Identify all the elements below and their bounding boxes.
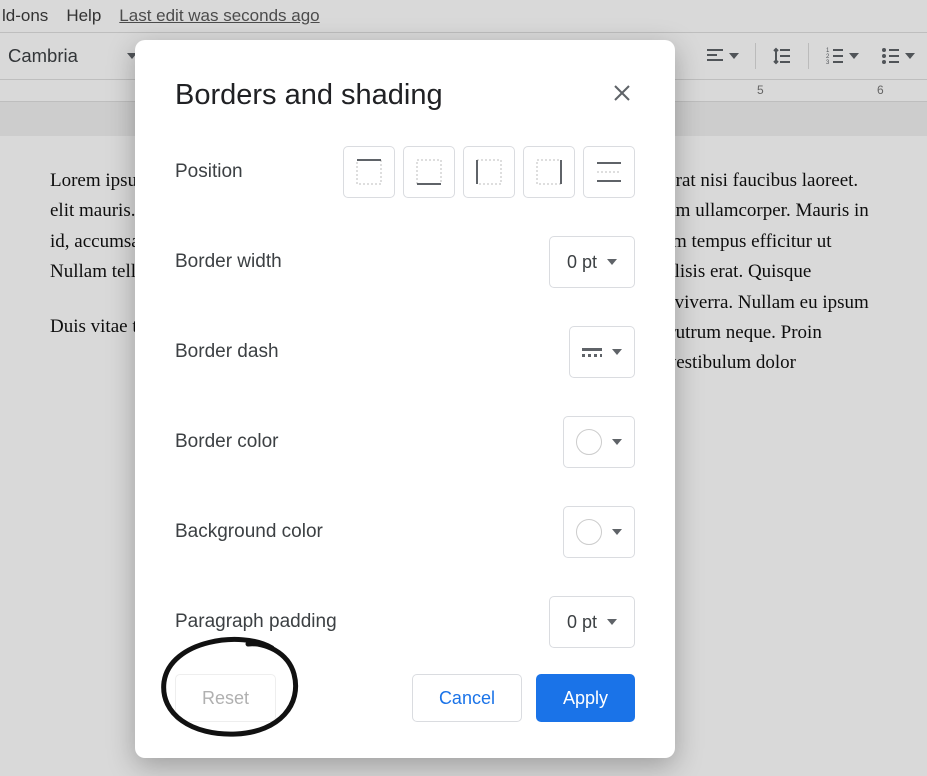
position-bottom-button[interactable] xyxy=(403,146,455,198)
background-color-label: Background color xyxy=(175,521,323,543)
paragraph-padding-dropdown[interactable]: 0 pt xyxy=(549,596,635,648)
font-family-select[interactable]: Cambria xyxy=(0,41,145,71)
cancel-button[interactable]: Cancel xyxy=(412,674,522,722)
line-spacing-button[interactable] xyxy=(766,42,798,70)
chevron-down-icon xyxy=(905,53,915,59)
reset-button[interactable]: Reset xyxy=(175,674,276,722)
position-between-button[interactable] xyxy=(583,146,635,198)
color-swatch xyxy=(576,429,602,455)
position-group xyxy=(343,146,635,198)
position-label: Position xyxy=(175,161,243,183)
border-width-value: 0 pt xyxy=(567,252,597,273)
menu-addons[interactable]: ld-ons xyxy=(2,6,48,26)
numbered-list-button[interactable]: 123 xyxy=(819,42,865,70)
border-bottom-icon xyxy=(415,158,443,186)
close-button[interactable] xyxy=(609,78,635,112)
border-color-dropdown[interactable] xyxy=(563,416,635,468)
close-icon xyxy=(613,84,631,102)
paragraph-padding-label: Paragraph padding xyxy=(175,611,337,633)
toolbar-divider xyxy=(808,43,809,69)
position-right-button[interactable] xyxy=(523,146,575,198)
position-top-button[interactable] xyxy=(343,146,395,198)
last-edit-link[interactable]: Last edit was seconds ago xyxy=(119,6,319,26)
chevron-down-icon xyxy=(612,529,622,535)
ruler-mark: 5 xyxy=(757,83,764,97)
border-color-label: Border color xyxy=(175,431,279,453)
border-right-icon xyxy=(535,158,563,186)
paragraph-padding-value: 0 pt xyxy=(567,612,597,633)
bulleted-list-button[interactable] xyxy=(875,42,921,70)
border-left-icon xyxy=(475,158,503,186)
toolbar-divider xyxy=(755,43,756,69)
chevron-down-icon xyxy=(849,53,859,59)
border-dash-dropdown[interactable] xyxy=(569,326,635,378)
svg-text:3: 3 xyxy=(826,60,830,66)
chevron-down-icon xyxy=(729,53,739,59)
border-dash-label: Border dash xyxy=(175,341,279,363)
border-top-icon xyxy=(355,158,383,186)
chevron-down-icon xyxy=(612,439,622,445)
align-button[interactable] xyxy=(699,42,745,70)
border-between-icon xyxy=(595,158,623,186)
apply-button[interactable]: Apply xyxy=(536,674,635,722)
ruler-mark: 6 xyxy=(877,83,884,97)
menubar: ld-ons Help Last edit was seconds ago xyxy=(0,0,927,32)
background-color-dropdown[interactable] xyxy=(563,506,635,558)
chevron-down-icon xyxy=(607,619,617,625)
dash-preview-icon xyxy=(582,348,602,357)
chevron-down-icon xyxy=(607,259,617,265)
border-width-label: Border width xyxy=(175,251,282,273)
borders-and-shading-dialog: Borders and shading Position Border xyxy=(135,40,675,758)
chevron-down-icon xyxy=(612,349,622,355)
dialog-title: Borders and shading xyxy=(175,79,443,112)
position-left-button[interactable] xyxy=(463,146,515,198)
font-family-label: Cambria xyxy=(8,45,78,67)
menu-help[interactable]: Help xyxy=(66,6,101,26)
color-swatch xyxy=(576,519,602,545)
border-width-dropdown[interactable]: 0 pt xyxy=(549,236,635,288)
